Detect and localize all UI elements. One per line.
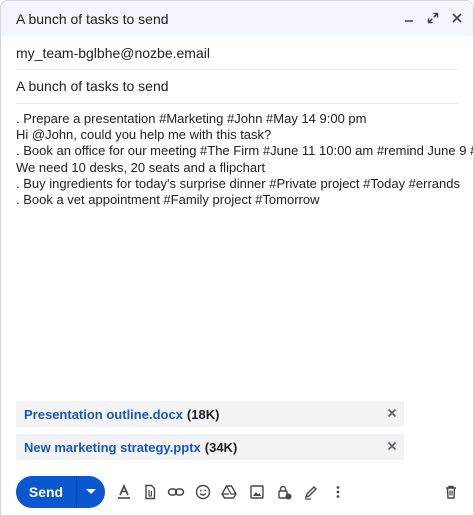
remove-attachment-icon[interactable] (384, 439, 400, 455)
body-line: . Book an office for our meeting #The Fi… (16, 143, 474, 159)
formatting-icon[interactable] (114, 482, 134, 502)
message-body[interactable]: . Prepare a presentation #Marketing #Joh… (16, 111, 474, 208)
signature-icon[interactable] (301, 482, 321, 502)
attachment-chip[interactable]: Presentation outline.docx (18K) (16, 401, 404, 427)
insert-link-icon[interactable] (166, 482, 186, 502)
chevron-down-icon (86, 489, 96, 494)
subject-field[interactable]: A bunch of tasks to send (16, 69, 458, 104)
drive-icon[interactable] (219, 482, 239, 502)
close-icon[interactable] (449, 10, 465, 26)
discard-icon[interactable] (441, 482, 461, 502)
attachment-name[interactable]: Presentation outline.docx (24, 407, 183, 422)
attachment-name[interactable]: New marketing strategy.pptx (24, 440, 201, 455)
confidential-mode-icon[interactable] (274, 482, 294, 502)
compose-window: A bunch of tasks to send my_team-bglbhe@… (0, 0, 474, 516)
body-line: . Book a vet appointment #Family project… (16, 192, 320, 208)
compose-title: A bunch of tasks to send (16, 11, 169, 27)
emoji-icon[interactable] (193, 482, 213, 502)
body-line: . Prepare a presentation #Marketing #Joh… (16, 111, 367, 126)
recipients-field[interactable]: my_team-bglbhe@nozbe.email (16, 36, 458, 70)
remove-attachment-icon[interactable] (384, 406, 400, 422)
subject-text: A bunch of tasks to send (16, 78, 169, 94)
body-line: We need 10 desks, 20 seats and a flipcha… (16, 159, 266, 175)
window-controls (401, 10, 465, 26)
minimize-icon[interactable] (401, 10, 417, 26)
schedule-send-dropdown[interactable] (77, 476, 105, 508)
attachment-size: (18K) (186, 406, 220, 422)
body-line: . Buy ingredients for today's surprise d… (16, 175, 460, 191)
expand-icon[interactable] (425, 10, 441, 26)
attachment-size: (34K) (204, 439, 238, 455)
send-button[interactable]: Send (16, 476, 76, 508)
send-button-group: Send (16, 476, 105, 508)
attachment-chip[interactable]: New marketing strategy.pptx (34K) (16, 434, 404, 460)
compose-titlebar[interactable]: A bunch of tasks to send (1, 1, 473, 36)
body-line: Hi @John, could you help me with this ta… (16, 127, 272, 143)
recipient-address: my_team-bglbhe@nozbe.email (16, 45, 210, 61)
photo-icon[interactable] (247, 482, 267, 502)
attach-file-icon[interactable] (140, 482, 160, 502)
more-options-icon[interactable] (328, 482, 348, 502)
